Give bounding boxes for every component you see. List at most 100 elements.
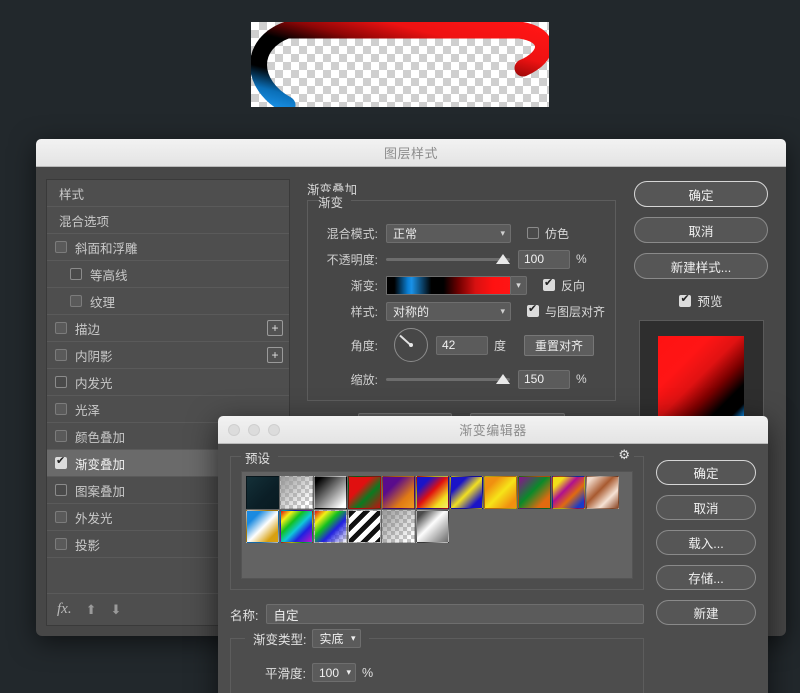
chevron-down-icon: ▾ bbox=[500, 227, 505, 238]
ok-button[interactable]: 确定 bbox=[634, 181, 768, 207]
sidebar-item-label: 图案叠加 bbox=[75, 484, 126, 499]
preset-swatch[interactable] bbox=[382, 476, 415, 509]
checkbox-bevel-emboss[interactable] bbox=[55, 241, 67, 253]
style-select[interactable]: 对称的 ▾ bbox=[385, 301, 511, 321]
checkbox-inner-glow[interactable] bbox=[55, 376, 67, 388]
sidebar-item-bevel-emboss[interactable]: 斜面和浮雕 bbox=[47, 234, 289, 261]
ge-save-button[interactable]: 存储... bbox=[656, 565, 756, 590]
checkbox-preview[interactable] bbox=[679, 293, 692, 307]
preset-swatch[interactable] bbox=[246, 476, 279, 509]
angle-dial[interactable] bbox=[393, 328, 428, 362]
opacity-label: 不透明度: bbox=[326, 252, 378, 267]
preset-swatch[interactable] bbox=[314, 510, 347, 543]
preset-swatch[interactable] bbox=[552, 476, 585, 509]
scale-input[interactable]: 150 bbox=[517, 369, 570, 389]
checkbox-inner-shadow[interactable] bbox=[55, 349, 67, 361]
reverse-checkbox-row[interactable]: 反向 bbox=[542, 277, 585, 294]
arrow-up-icon[interactable]: ⬆ bbox=[86, 602, 97, 618]
opacity-slider[interactable] bbox=[385, 250, 510, 269]
gradient-editor-title: 渐变编辑器 bbox=[459, 423, 527, 438]
checkbox-drop-shadow[interactable] bbox=[55, 538, 67, 550]
layer-style-titlebar[interactable]: 图层样式 bbox=[36, 139, 786, 167]
chevron-down-icon: ▾ bbox=[346, 667, 352, 677]
preset-swatch[interactable] bbox=[280, 476, 313, 509]
gradient-editor-main: 预设 ⚙ 名称: 自定 渐变类型: 实底 ▾ 平滑度: 100 ▾ % bbox=[230, 447, 644, 693]
preset-swatch[interactable] bbox=[416, 510, 449, 543]
preset-swatch[interactable] bbox=[416, 476, 449, 509]
gradient-swatch-button[interactable] bbox=[385, 275, 511, 295]
dither-label: 仿色 bbox=[544, 226, 569, 241]
gradient-picker-chevron-icon[interactable]: ▾ bbox=[510, 275, 527, 295]
gradient-row: 渐变: ▾ 反向 bbox=[318, 272, 605, 298]
gradient-name-row: 名称: 自定 bbox=[230, 604, 644, 624]
add-inner-shadow-button[interactable]: + bbox=[266, 347, 283, 363]
ge-new-button[interactable]: 新建 bbox=[656, 600, 756, 625]
checkbox-contour[interactable] bbox=[70, 268, 82, 280]
minimize-icon[interactable] bbox=[248, 423, 260, 436]
preset-swatch[interactable] bbox=[246, 510, 279, 543]
sidebar-item-label: 斜面和浮雕 bbox=[75, 241, 138, 256]
new-style-button[interactable]: 新建样式... bbox=[634, 253, 768, 279]
preset-swatch[interactable] bbox=[518, 476, 551, 509]
opacity-slider-thumb[interactable] bbox=[495, 254, 510, 264]
preset-swatch[interactable] bbox=[314, 476, 347, 509]
sidebar-item-stroke[interactable]: 描边 + bbox=[47, 315, 289, 342]
checkbox-gradient-overlay[interactable] bbox=[55, 455, 67, 469]
close-icon[interactable] bbox=[228, 423, 240, 436]
artwork-svg bbox=[251, 22, 549, 107]
scale-slider-thumb[interactable] bbox=[495, 374, 510, 384]
gear-icon[interactable]: ⚙ bbox=[614, 447, 634, 463]
preview-checkbox-row[interactable]: 预览 bbox=[679, 291, 723, 310]
sidebar-item-label: 内发光 bbox=[75, 376, 113, 391]
checkbox-outer-glow[interactable] bbox=[55, 511, 67, 523]
cancel-button[interactable]: 取消 bbox=[634, 217, 768, 243]
preset-swatch[interactable] bbox=[382, 510, 415, 543]
ge-ok-button[interactable]: 确定 bbox=[656, 460, 756, 485]
fx-icon[interactable]: fx. bbox=[57, 601, 72, 618]
sidebar-item-contour[interactable]: 等高线 bbox=[47, 261, 289, 288]
sidebar-item-label: 内阴影 bbox=[75, 349, 113, 364]
angle-input[interactable]: 42 bbox=[435, 335, 488, 355]
preset-swatch[interactable] bbox=[450, 476, 483, 509]
preset-swatch[interactable] bbox=[348, 510, 381, 543]
checkbox-satin[interactable] bbox=[55, 403, 67, 415]
presets-grid[interactable] bbox=[241, 471, 633, 579]
sidebar-item-blending-options[interactable]: 混合选项 bbox=[47, 207, 289, 234]
scale-slider[interactable] bbox=[385, 370, 510, 389]
gradient-type-select[interactable]: 实底 ▾ bbox=[312, 629, 361, 648]
checkbox-reverse[interactable] bbox=[542, 277, 555, 291]
checkbox-stroke[interactable] bbox=[55, 322, 67, 334]
ge-load-button[interactable]: 载入... bbox=[656, 530, 756, 555]
checkbox-pattern-overlay[interactable] bbox=[55, 484, 67, 496]
opacity-slider-track bbox=[385, 257, 510, 261]
sidebar-item-inner-shadow[interactable]: 内阴影 + bbox=[47, 342, 289, 369]
sidebar-item-label: 投影 bbox=[75, 538, 101, 553]
preset-swatch[interactable] bbox=[586, 476, 619, 509]
sidebar-item-inner-glow[interactable]: 内发光 bbox=[47, 369, 289, 396]
checkbox-align-with-layer[interactable] bbox=[526, 303, 539, 317]
checkbox-dither[interactable] bbox=[526, 227, 539, 239]
gradient-name-input[interactable]: 自定 bbox=[266, 604, 644, 624]
reset-alignment-button[interactable]: 重置对齐 bbox=[524, 334, 595, 356]
sidebar-item-label: 混合选项 bbox=[59, 214, 110, 229]
sidebar-item-label: 样式 bbox=[59, 187, 85, 202]
preview-thumbnail-gradient bbox=[658, 336, 744, 422]
sidebar-item-texture[interactable]: 纹理 bbox=[47, 288, 289, 315]
opacity-input[interactable]: 100 bbox=[517, 249, 570, 269]
checkbox-color-overlay[interactable] bbox=[55, 430, 67, 442]
align-layer-checkbox-row[interactable]: 与图层对齐 bbox=[526, 303, 605, 320]
smoothness-select[interactable]: 100 ▾ bbox=[311, 663, 357, 682]
preset-swatch[interactable] bbox=[280, 510, 313, 543]
checkbox-texture[interactable] bbox=[70, 295, 82, 307]
arrow-down-icon[interactable]: ⬇ bbox=[110, 602, 121, 618]
sidebar-item-label: 光泽 bbox=[75, 403, 101, 418]
dither-checkbox-row[interactable]: 仿色 bbox=[526, 225, 569, 242]
maximize-icon[interactable] bbox=[268, 423, 280, 436]
blend-mode-select[interactable]: 正常 ▾ bbox=[385, 223, 511, 243]
sidebar-item-styles[interactable]: 样式 bbox=[47, 180, 289, 207]
add-stroke-button[interactable]: + bbox=[266, 320, 283, 336]
ge-cancel-button[interactable]: 取消 bbox=[656, 495, 756, 520]
preset-swatch[interactable] bbox=[348, 476, 381, 509]
preset-swatch[interactable] bbox=[484, 476, 517, 509]
gradient-editor-titlebar[interactable]: 渐变编辑器 bbox=[218, 416, 768, 444]
